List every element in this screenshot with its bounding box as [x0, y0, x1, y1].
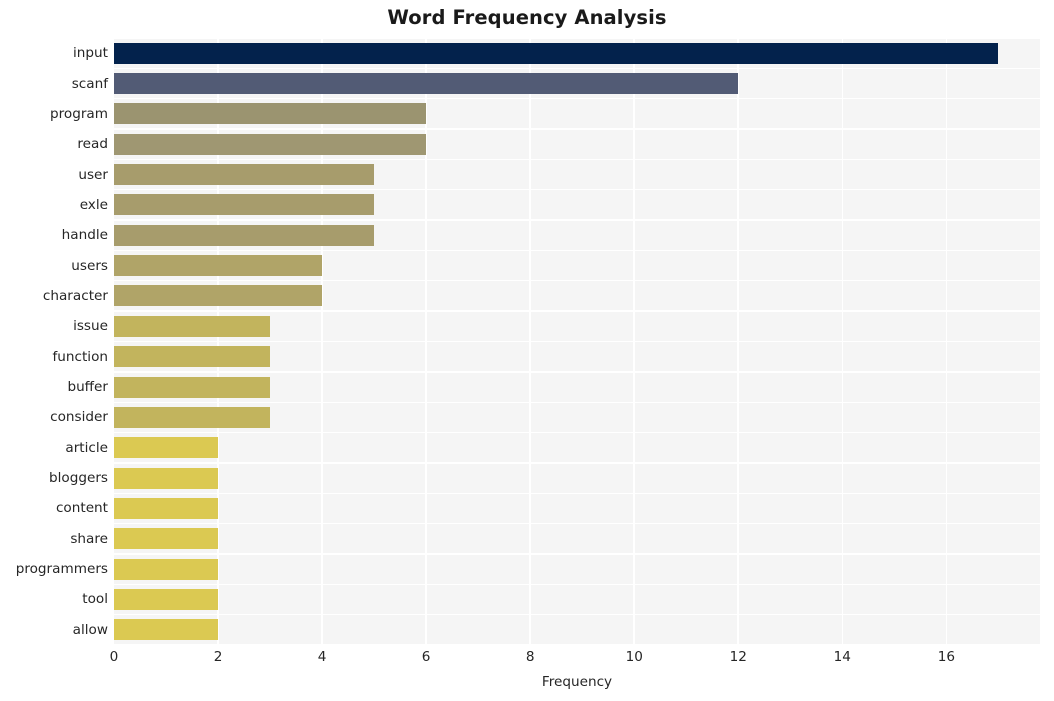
- bar-handle: [114, 224, 375, 246]
- y-gridline: [114, 431, 1040, 434]
- y-gridline: [114, 644, 1040, 645]
- y-gridline: [114, 219, 1040, 221]
- x-axis-title: Frequency: [541, 674, 613, 690]
- y-gridline: [114, 38, 1040, 39]
- y-tick-label-allow: allow: [72, 621, 108, 638]
- y-gridline: [114, 310, 1040, 312]
- bar-content: [114, 497, 219, 519]
- y-tick-label-program: program: [49, 105, 108, 122]
- bar-allow: [114, 619, 219, 641]
- y-gridline: [114, 340, 1040, 343]
- y-tick-label-programmers: programmers: [15, 561, 108, 578]
- bar-programmers: [114, 558, 219, 580]
- y-tick-label-bloggers: bloggers: [48, 470, 108, 487]
- y-gridline: [114, 583, 1040, 585]
- bar-tool: [114, 588, 219, 610]
- y-gridline: [114, 189, 1040, 191]
- bar-scanf: [114, 73, 739, 95]
- y-tick-label-exle: exle: [79, 196, 108, 213]
- bar-user: [114, 164, 375, 186]
- bar-bloggers: [114, 467, 219, 489]
- y-tick-label-article: article: [65, 439, 108, 456]
- x-tick-label-16: 16: [937, 649, 956, 665]
- bar-function: [114, 346, 271, 368]
- x-tick-label-10: 10: [625, 649, 643, 665]
- y-tick-label-share: share: [70, 530, 108, 547]
- chart-figure: Word Frequency Analysis input scanf progra…: [0, 0, 1054, 701]
- y-axis-tick-labels: input scanf program read user exle handle users…: [0, 38, 108, 645]
- x-tick-label-12: 12: [729, 649, 747, 665]
- y-tick-label-character: character: [42, 287, 108, 304]
- y-tick-label-scanf: scanf: [71, 75, 108, 92]
- y-gridline: [114, 98, 1040, 100]
- x-tick-label-2: 2: [213, 649, 223, 665]
- y-gridline: [114, 128, 1040, 130]
- x-tick-label-8: 8: [525, 649, 535, 665]
- y-gridline: [114, 67, 1040, 70]
- x-tick-label-14: 14: [833, 649, 851, 665]
- y-gridline: [114, 280, 1040, 282]
- x-tick-label-6: 6: [421, 649, 431, 665]
- y-tick-label-function: function: [52, 348, 108, 365]
- x-tick-label-0: 0: [109, 649, 119, 665]
- bar-article: [114, 437, 219, 459]
- chart-title: Word Frequency Analysis: [387, 6, 667, 29]
- bar-character: [114, 285, 323, 307]
- plot-area: [114, 38, 1040, 645]
- y-tick-label-tool: tool: [82, 591, 108, 608]
- bar-users: [114, 255, 323, 277]
- y-tick-label-consider: consider: [50, 409, 108, 426]
- y-tick-label-handle: handle: [61, 227, 108, 244]
- bar-exle: [114, 194, 375, 216]
- bar-issue: [114, 315, 271, 337]
- y-tick-label-content: content: [55, 500, 108, 517]
- y-tick-label-users: users: [71, 257, 108, 274]
- y-gridline: [114, 401, 1040, 403]
- y-tick-label-user: user: [78, 166, 108, 183]
- x-tick-label-4: 4: [317, 649, 327, 665]
- bar-consider: [114, 406, 271, 428]
- y-tick-label-issue: issue: [73, 318, 108, 335]
- bar-input: [114, 42, 999, 64]
- y-gridline: [114, 492, 1040, 494]
- bar-share: [114, 528, 219, 550]
- bar-read: [114, 133, 427, 155]
- y-gridline: [114, 158, 1040, 161]
- y-gridline: [114, 462, 1040, 464]
- y-tick-label-input: input: [73, 45, 108, 62]
- bar-buffer: [114, 376, 271, 398]
- y-gridline: [114, 553, 1040, 555]
- x-axis-tick-labels: 0 2 4 6 8 10 12 14 16: [110, 649, 1040, 671]
- y-gridline: [114, 371, 1040, 373]
- y-gridline: [114, 249, 1040, 252]
- y-tick-label-buffer: buffer: [67, 379, 108, 396]
- y-gridline: [114, 613, 1040, 616]
- y-gridline: [114, 522, 1040, 525]
- bar-program: [114, 103, 427, 125]
- y-tick-label-read: read: [77, 136, 108, 153]
